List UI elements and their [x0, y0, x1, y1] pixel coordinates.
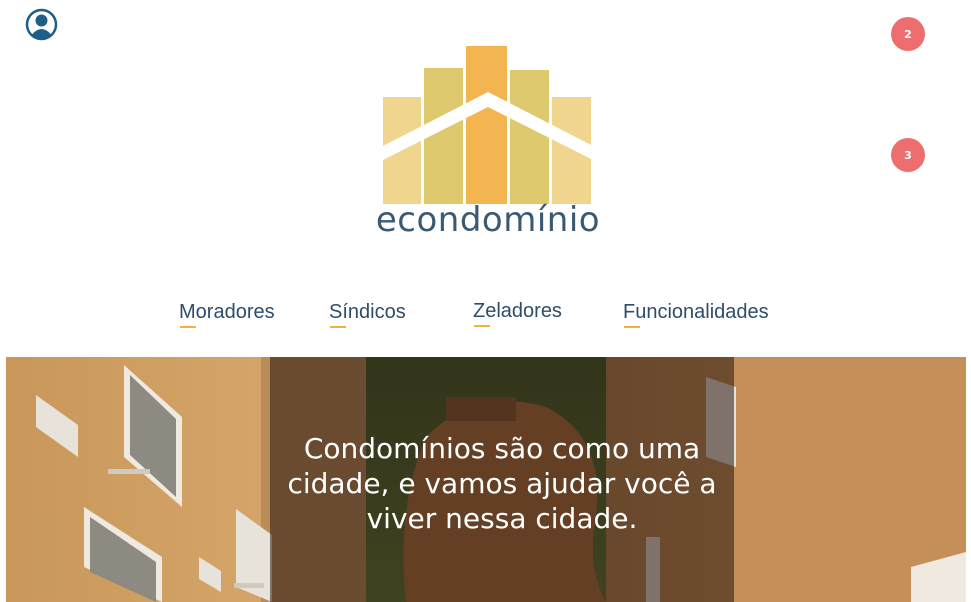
hero-banner: Condomínios são como uma cidade, e vamos… [6, 357, 966, 602]
nav-label: Zeladores [473, 300, 562, 322]
nav-link-sindicos[interactable]: Síndicos [329, 301, 406, 328]
nav-underline [180, 326, 196, 328]
hero-headline: Condomínios são como uma cidade, e vamos… [287, 432, 717, 535]
nav-label: Síndicos [329, 301, 406, 323]
user-circle-icon [25, 8, 58, 41]
notification-badge-1[interactable]: 2 [891, 17, 925, 51]
nav-label: Funcionalidades [623, 301, 769, 323]
nav-underline [330, 326, 346, 328]
nav-link-zeladores[interactable]: Zeladores [473, 300, 562, 327]
brand-logo[interactable]: econdomínio [375, 40, 601, 250]
main-navigation: Moradores Síndicos Zeladores Funcionalid… [0, 300, 971, 330]
nav-link-funcionalidades[interactable]: Funcionalidades [623, 301, 769, 328]
notification-badge-2[interactable]: 3 [891, 138, 925, 172]
nav-label: Moradores [179, 301, 275, 323]
nav-underline [624, 326, 640, 328]
user-profile-button[interactable] [25, 8, 58, 41]
nav-underline [474, 325, 490, 327]
building-logo-icon [381, 46, 595, 204]
nav-link-moradores[interactable]: Moradores [179, 301, 275, 328]
brand-wordmark: econdomínio [375, 200, 601, 240]
